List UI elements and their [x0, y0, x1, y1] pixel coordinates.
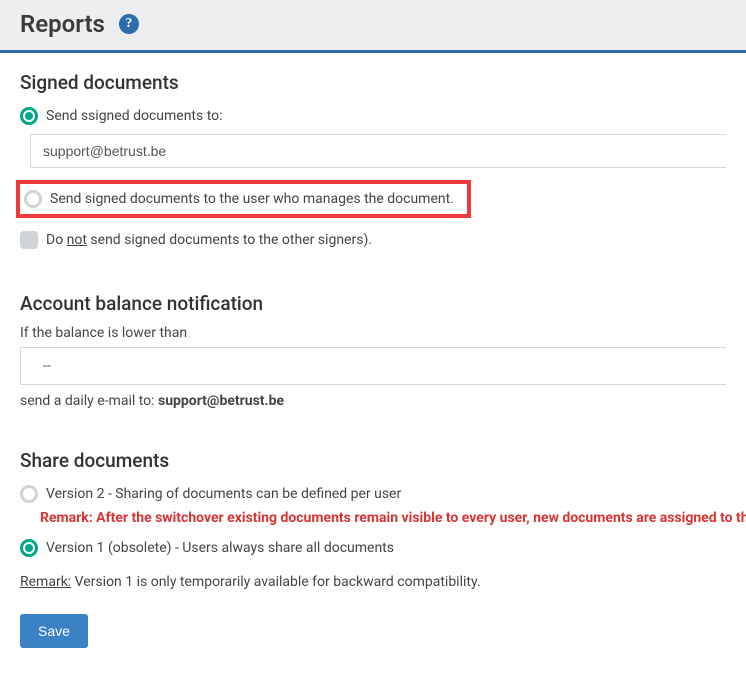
signed-email-input[interactable] [30, 134, 726, 168]
text-underline: not [67, 232, 87, 248]
remark-compatibility: Remark: Version 1 is only temporarily av… [20, 574, 726, 590]
help-icon[interactable]: ? [119, 14, 139, 34]
select-value: -- [33, 358, 51, 374]
text-part: send a daily e-mail to: [20, 393, 158, 409]
section-share-documents: Share documents Version 2 - Sharing of d… [20, 449, 726, 590]
option-version-1[interactable]: Version 1 (obsolete) - Users always shar… [20, 536, 726, 560]
text-part: send signed documents to the other signe… [87, 232, 372, 248]
option-label: Version 1 (obsolete) - Users always shar… [46, 540, 394, 556]
balance-email: support@betrust.be [158, 393, 284, 409]
save-button[interactable]: Save [20, 614, 88, 648]
balance-threshold-select[interactable]: -- [20, 347, 726, 385]
page-header: Reports ? [0, 0, 746, 53]
option-send-to-manager[interactable]: Send signed documents to the user who ma… [22, 188, 465, 210]
content-area: Signed documents Send ssigned documents … [0, 53, 746, 668]
checkbox-icon [20, 231, 38, 249]
remark-body: Version 1 is only temporarily available … [71, 574, 480, 590]
radio-icon [20, 107, 38, 125]
radio-icon [20, 485, 38, 503]
option-label: Version 2 - Sharing of documents can be … [46, 486, 401, 502]
share-heading: Share documents [20, 449, 726, 472]
radio-icon [24, 190, 42, 208]
page-title: Reports [20, 10, 105, 38]
section-signed-documents: Signed documents Send ssigned documents … [20, 71, 726, 252]
option-label: Do not send signed documents to the othe… [46, 232, 372, 248]
option-label: Send ssigned documents to: [46, 108, 223, 124]
signed-heading: Signed documents [20, 71, 726, 94]
option-do-not-send[interactable]: Do not send signed documents to the othe… [20, 228, 726, 252]
section-account-balance: Account balance notification If the bala… [20, 292, 726, 409]
balance-heading: Account balance notification [20, 292, 726, 315]
radio-icon [20, 539, 38, 557]
remark-warning: Remark: After the switchover existing do… [40, 510, 726, 526]
text-part: Do [46, 232, 67, 248]
balance-if-lower: If the balance is lower than [20, 325, 726, 341]
page-title-row: Reports ? [20, 10, 726, 38]
option-version-2[interactable]: Version 2 - Sharing of documents can be … [20, 482, 726, 506]
option-label: Send signed documents to the user who ma… [50, 191, 454, 207]
remark-prefix: Remark: [20, 574, 71, 590]
highlight-annotation: Send signed documents to the user who ma… [16, 180, 471, 218]
option-send-to-address[interactable]: Send ssigned documents to: [20, 104, 726, 128]
balance-send-line: send a daily e-mail to: support@betrust.… [20, 393, 726, 409]
